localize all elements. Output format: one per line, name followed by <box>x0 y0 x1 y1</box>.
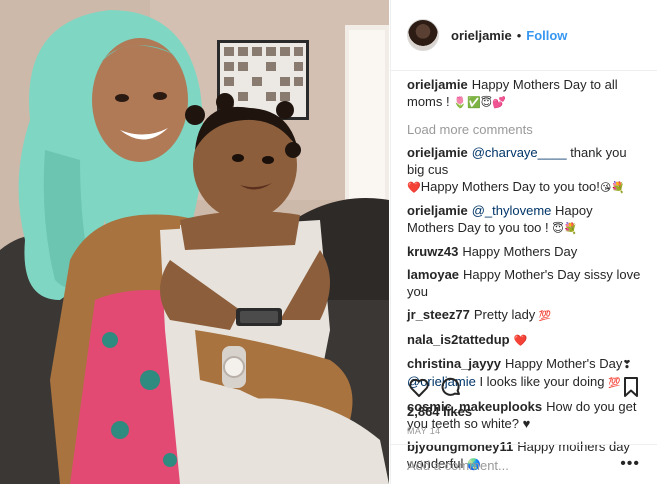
header-username[interactable]: orieljamie <box>451 28 512 43</box>
comment-username[interactable]: orieljamie <box>407 203 468 218</box>
post-date[interactable]: MAY 14 <box>407 426 441 436</box>
comment-emoji: 😇💐 <box>552 222 578 235</box>
comment-item: jr_steez77 Pretty lady 💯 <box>407 306 643 325</box>
comment-item: orieljamie @charvaye____ thank you big cu… <box>407 144 643 196</box>
heart-emoji: ❤️ <box>513 334 528 347</box>
caption-emoji: 🌷✅😇💕 <box>453 96 506 109</box>
comment-item: nala_is2tattedup ❤️ <box>407 331 643 349</box>
bookmark-icon[interactable] <box>619 375 643 399</box>
comment-mention[interactable]: @_thyloveme <box>472 203 552 218</box>
instagram-post-modal: orieljamie • Follow orieljamie Happy Moth… <box>0 0 657 484</box>
comment-username[interactable]: jr_steez77 <box>407 307 470 322</box>
comment-item: lamoyae Happy Mother's Day sissy love you <box>407 266 643 300</box>
caption-username[interactable]: orieljamie <box>407 77 468 92</box>
heart-outline-icon[interactable] <box>407 375 431 399</box>
add-comment-input[interactable] <box>407 456 607 474</box>
avatar[interactable] <box>407 19 439 51</box>
post-actions <box>407 375 643 403</box>
hundred-emoji: 💯 <box>538 311 552 322</box>
comment-username[interactable]: christina_jayyy <box>407 356 501 371</box>
comment-username[interactable]: lamoyae <box>407 267 459 282</box>
post-header: orieljamie • Follow <box>391 0 657 71</box>
comment-text: Pretty lady <box>473 307 539 322</box>
post-caption: orieljamie Happy Mothers Day to all moms … <box>407 76 643 111</box>
comment-mention[interactable]: @charvaye____ <box>472 145 567 160</box>
comment-username[interactable]: nala_is2tattedup <box>407 332 510 347</box>
ellipsis-icon[interactable]: ••• <box>620 455 640 473</box>
photo-illustration <box>0 0 389 484</box>
comment-username[interactable]: orieljamie <box>407 145 468 160</box>
comment-emoji: 😘💐 <box>599 181 626 194</box>
heart-exclamation-emoji: ❣ <box>622 358 632 371</box>
comment-username[interactable]: kruwz43 <box>407 244 458 259</box>
add-comment-bar: ••• <box>391 444 657 484</box>
comment-text: Happy Mother's Day <box>504 356 623 371</box>
likes-count[interactable]: 2,864 likes <box>407 404 472 419</box>
post-side-panel: orieljamie • Follow orieljamie Happy Moth… <box>390 0 657 484</box>
follow-button[interactable]: Follow <box>526 28 567 43</box>
comment-bubble-icon[interactable] <box>439 375 463 399</box>
heart-emoji: ❤️ <box>407 181 421 194</box>
comment-item: orieljamie @_thyloveme Hapoy Mothers Day … <box>407 202 643 237</box>
load-more-comments-button[interactable]: Load more comments <box>407 121 643 138</box>
comment-item: kruwz43 Happy Mothers Day <box>407 243 643 260</box>
comment-text: Happy Mothers Day <box>462 244 578 259</box>
comment-text-line2: Happy Mothers Day to you too! <box>420 179 600 194</box>
post-photo[interactable] <box>0 0 389 484</box>
separator-dot: • <box>516 27 522 43</box>
